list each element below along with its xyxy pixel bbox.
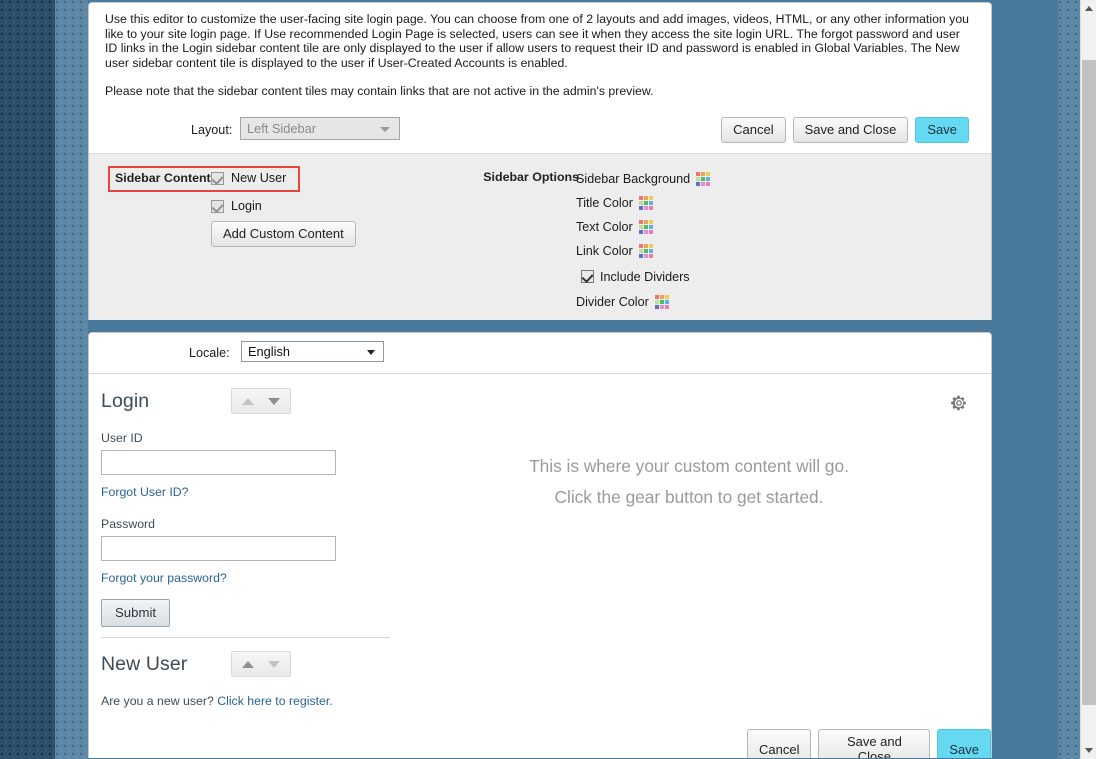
move-up-arrow-icon[interactable] <box>242 660 255 668</box>
color-swatch-icon[interactable] <box>638 196 653 210</box>
forgot-password-link[interactable]: Forgot your password? <box>101 571 227 585</box>
layout-select-value: Left Sidebar <box>247 121 317 136</box>
login-label: Login <box>231 199 262 213</box>
user-id-label: User ID <box>101 431 143 445</box>
footer-save-button[interactable]: Save <box>937 729 991 758</box>
preview-area: Login User ID Forgot User ID? Password F… <box>89 333 991 758</box>
gear-icon[interactable] <box>950 394 968 417</box>
password-label: Password <box>101 517 155 531</box>
scroll-up-arrow-icon[interactable] <box>1081 0 1096 17</box>
new-user-tile-header: New User <box>101 651 292 677</box>
submit-button[interactable]: Submit <box>101 599 171 627</box>
scrollbar-thumb[interactable] <box>1082 60 1096 705</box>
option-row-include-dividers[interactable]: Include Dividers <box>576 263 876 290</box>
cancel-button[interactable]: Cancel <box>721 117 786 143</box>
color-swatch-icon[interactable] <box>638 244 653 258</box>
custom-content-placeholder: This is where your custom content will g… <box>419 451 959 513</box>
sidebar-background-label: Sidebar Background <box>576 172 691 186</box>
option-row-title-color: Title Color <box>576 191 876 215</box>
tile-divider <box>101 637 390 638</box>
footer-button-row: Cancel Save and Close Save <box>747 729 991 758</box>
options-strip: Sidebar Content New User Login Add Custo… <box>89 153 991 320</box>
layout-label: Layout: <box>191 123 233 137</box>
save-button[interactable]: Save <box>915 117 969 143</box>
login-tile-header: Login <box>101 388 292 414</box>
chevron-down-icon <box>380 127 390 132</box>
intro-paragraph-1: Use this editor to customize the user-fa… <box>105 12 969 70</box>
custom-content-line-2: Click the gear button to get started. <box>554 487 824 507</box>
new-user-tile-title: New User <box>101 652 188 675</box>
custom-content-line-1: This is where your custom content will g… <box>529 456 849 476</box>
save-and-close-button[interactable]: Save and Close <box>792 117 909 143</box>
move-down-arrow-icon[interactable] <box>268 397 281 405</box>
color-swatch-icon[interactable] <box>696 172 711 186</box>
intro-text: Use this editor to customize the user-fa… <box>105 12 975 99</box>
text-color-label: Text Color <box>576 220 633 234</box>
divider-color-label: Divider Color <box>576 295 649 309</box>
color-swatch-icon[interactable] <box>654 295 669 309</box>
sidebar-content-item-new-user[interactable]: New User <box>211 171 286 185</box>
backdrop-right-texture <box>1058 0 1080 759</box>
color-swatch-icon[interactable] <box>638 220 653 234</box>
backdrop-dark-texture <box>0 0 55 759</box>
layout-row: Layout: Left Sidebar Cancel Save and Clo… <box>89 115 991 149</box>
password-input[interactable] <box>101 536 336 561</box>
new-user-tile-reorder-controls[interactable] <box>231 651 292 677</box>
register-link[interactable]: Click here to register. <box>217 694 333 708</box>
option-row-text-color: Text Color <box>576 215 876 239</box>
new-user-prompt: Are you a new user? Click here to regist… <box>101 694 333 708</box>
sidebar-options-list: Sidebar Background Title Color Text Colo… <box>576 167 876 314</box>
move-down-arrow-icon[interactable] <box>268 660 281 668</box>
option-row-link-color: Link Color <box>576 239 876 263</box>
layout-select[interactable]: Left Sidebar <box>240 117 400 140</box>
forgot-user-id-link[interactable]: Forgot User ID? <box>101 485 188 499</box>
footer-cancel-button[interactable]: Cancel <box>747 729 812 758</box>
new-user-label: New User <box>231 171 287 185</box>
user-id-input[interactable] <box>101 450 336 475</box>
new-user-prompt-text: Are you a new user? <box>101 694 218 708</box>
sidebar-content-heading: Sidebar Content <box>115 171 211 185</box>
option-row-sidebar-background: Sidebar Background <box>576 167 876 191</box>
footer-save-and-close-button[interactable]: Save and Close <box>818 729 931 758</box>
scroll-down-arrow-icon[interactable] <box>1081 742 1096 759</box>
add-custom-content-button[interactable]: Add Custom Content <box>211 221 356 247</box>
vertical-scrollbar[interactable] <box>1080 0 1096 759</box>
editor-top-panel: Use this editor to customize the user-fa… <box>88 2 992 320</box>
intro-paragraph-2: Please note that the sidebar content til… <box>105 84 654 99</box>
title-color-label: Title Color <box>576 196 633 210</box>
page-root: Use this editor to customize the user-fa… <box>0 0 1096 759</box>
login-checkbox[interactable] <box>211 199 224 213</box>
login-tile-title: Login <box>101 389 150 412</box>
sidebar-content-item-login[interactable]: Login <box>211 199 262 213</box>
option-row-divider-color: Divider Color <box>576 290 876 314</box>
backdrop-light-texture <box>55 0 88 759</box>
top-button-row: Cancel Save and Close Save <box>721 117 969 143</box>
new-user-checkbox[interactable] <box>211 171 224 185</box>
login-tile-reorder-controls[interactable] <box>231 388 292 414</box>
move-up-arrow-icon[interactable] <box>242 397 255 405</box>
sidebar-options-heading: Sidebar Options <box>483 170 579 184</box>
include-dividers-checkbox[interactable] <box>581 270 594 283</box>
link-color-label: Link Color <box>576 244 633 258</box>
include-dividers-label: Include Dividers <box>600 269 690 284</box>
